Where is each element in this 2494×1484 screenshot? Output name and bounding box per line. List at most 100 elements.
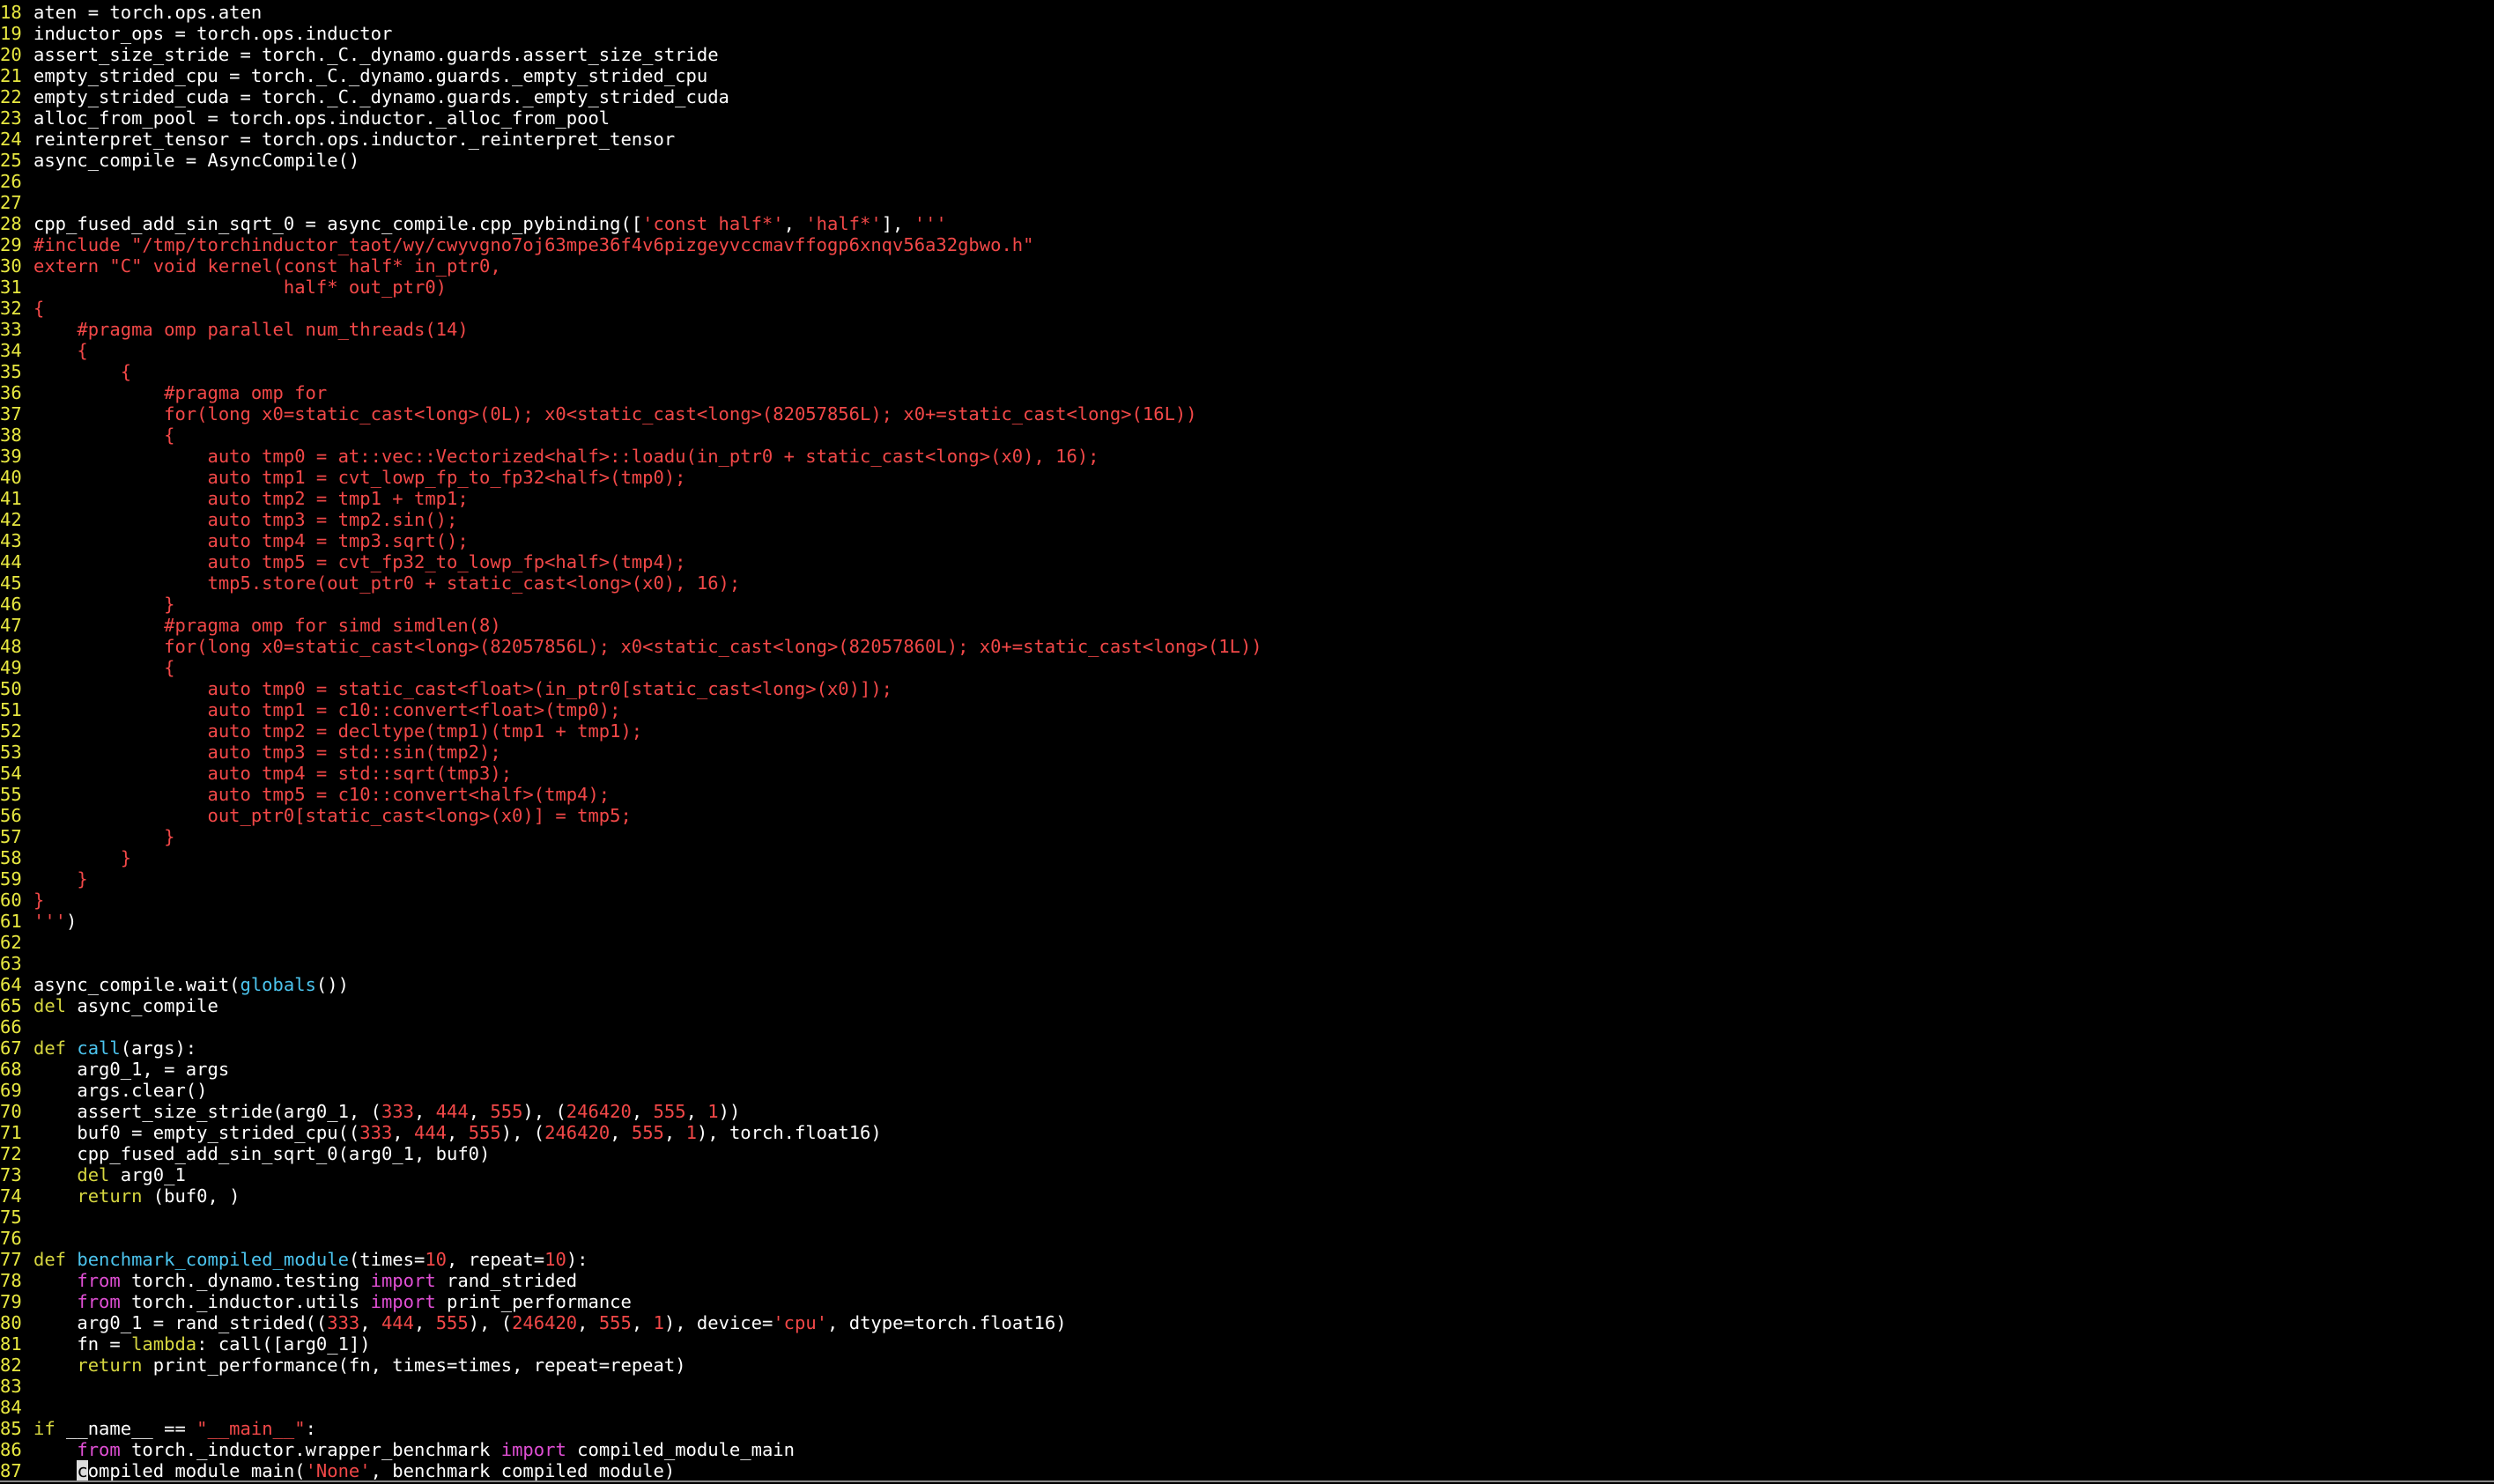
code-line[interactable]: 80 arg0_1 = rand_strided((333, 444, 555)… xyxy=(0,1312,2494,1333)
line-content[interactable]: } xyxy=(33,594,174,615)
line-content[interactable]: } xyxy=(33,890,44,911)
line-content[interactable]: from torch._inductor.wrapper_benchmark i… xyxy=(33,1439,795,1460)
code-line[interactable]: 74 return (buf0, ) xyxy=(0,1185,2494,1207)
line-content[interactable]: } xyxy=(33,847,131,868)
line-content[interactable]: #pragma omp for xyxy=(33,382,327,403)
line-content[interactable]: auto tmp4 = std::sqrt(tmp3); xyxy=(33,763,512,784)
line-content[interactable]: ''') xyxy=(33,911,77,932)
line-content[interactable]: return print_performance(fn, times=times… xyxy=(33,1355,685,1376)
code-line[interactable]: 35 { xyxy=(0,361,2494,382)
line-content[interactable]: auto tmp4 = tmp3.sqrt(); xyxy=(33,530,468,551)
code-line[interactable]: 49 { xyxy=(0,657,2494,678)
code-line[interactable]: 56 out_ptr0[static_cast<long>(x0)] = tmp… xyxy=(0,805,2494,826)
code-line[interactable]: 68 arg0_1, = args xyxy=(0,1059,2494,1080)
code-line[interactable]: 31 half* out_ptr0) xyxy=(0,277,2494,298)
code-line[interactable]: 40 auto tmp1 = cvt_lowp_fp_to_fp32<half>… xyxy=(0,467,2494,488)
code-line[interactable]: 26 xyxy=(0,171,2494,192)
line-content[interactable]: tmp5.store(out_ptr0 + static_cast<long>(… xyxy=(33,572,740,594)
code-line[interactable]: 83 xyxy=(0,1376,2494,1397)
code-line[interactable]: 37 for(long x0=static_cast<long>(0L); x0… xyxy=(0,403,2494,425)
code-line[interactable]: 66 xyxy=(0,1016,2494,1037)
code-line[interactable]: 69 args.clear() xyxy=(0,1080,2494,1101)
code-line[interactable]: 62 xyxy=(0,932,2494,953)
line-content[interactable]: auto tmp5 = cvt_fp32_to_lowp_fp<half>(tm… xyxy=(33,551,685,572)
line-content[interactable]: del async_compile xyxy=(33,995,218,1016)
code-line[interactable]: 19 inductor_ops = torch.ops.inductor xyxy=(0,23,2494,44)
code-line[interactable]: 44 auto tmp5 = cvt_fp32_to_lowp_fp<half>… xyxy=(0,551,2494,572)
code-line[interactable]: 50 auto tmp0 = static_cast<float>(in_ptr… xyxy=(0,678,2494,699)
code-line[interactable]: 46 } xyxy=(0,594,2494,615)
code-line[interactable]: 86 from torch._inductor.wrapper_benchmar… xyxy=(0,1439,2494,1460)
code-line[interactable]: 64 async_compile.wait(globals()) xyxy=(0,974,2494,995)
line-content[interactable]: out_ptr0[static_cast<long>(x0)] = tmp5; xyxy=(33,805,631,826)
code-line[interactable]: 57 } xyxy=(0,826,2494,847)
line-content[interactable]: fn = lambda: call([arg0_1]) xyxy=(33,1333,370,1355)
line-content[interactable]: for(long x0=static_cast<long>(0L); x0<st… xyxy=(33,403,1197,425)
line-content[interactable]: aten = torch.ops.aten xyxy=(33,2,262,23)
code-line[interactable]: 47 #pragma omp for simd simdlen(8) xyxy=(0,615,2494,636)
code-line[interactable]: 45 tmp5.store(out_ptr0 + static_cast<lon… xyxy=(0,572,2494,594)
line-content[interactable]: buf0 = empty_strided_cpu((333, 444, 555)… xyxy=(33,1122,881,1143)
line-content[interactable]: def benchmark_compiled_module(times=10, … xyxy=(33,1249,588,1270)
line-content[interactable]: reinterpret_tensor = torch.ops.inductor.… xyxy=(33,129,675,150)
code-line[interactable]: 27 xyxy=(0,192,2494,213)
line-content[interactable]: } xyxy=(33,826,174,847)
code-line[interactable]: 72 cpp_fused_add_sin_sqrt_0(arg0_1, buf0… xyxy=(0,1143,2494,1164)
line-content[interactable]: args.clear() xyxy=(33,1080,207,1101)
code-line[interactable]: 82 return print_performance(fn, times=ti… xyxy=(0,1355,2494,1376)
line-content[interactable]: { xyxy=(33,298,44,319)
line-content[interactable]: return (buf0, ) xyxy=(33,1185,240,1207)
line-content[interactable]: auto tmp1 = cvt_lowp_fp_to_fp32<half>(tm… xyxy=(33,467,685,488)
code-line[interactable]: 75 xyxy=(0,1207,2494,1228)
code-line[interactable]: 43 auto tmp4 = tmp3.sqrt(); xyxy=(0,530,2494,551)
code-line[interactable]: 78 from torch._dynamo.testing import ran… xyxy=(0,1270,2494,1291)
line-content[interactable]: async_compile = AsyncCompile() xyxy=(33,150,359,171)
line-content[interactable]: from torch._dynamo.testing import rand_s… xyxy=(33,1270,577,1291)
code-line[interactable]: 30 extern "C" void kernel(const half* in_… xyxy=(0,255,2494,277)
line-content[interactable]: cpp_fused_add_sin_sqrt_0(arg0_1, buf0) xyxy=(33,1143,490,1164)
code-line[interactable]: 54 auto tmp4 = std::sqrt(tmp3); xyxy=(0,763,2494,784)
code-line[interactable]: 53 auto tmp3 = std::sin(tmp2); xyxy=(0,742,2494,763)
line-content[interactable]: auto tmp1 = c10::convert<float>(tmp0); xyxy=(33,699,620,720)
code-line[interactable]: 51 auto tmp1 = c10::convert<float>(tmp0)… xyxy=(0,699,2494,720)
code-line[interactable]: 29 #include "/tmp/torchinductor_taot/wy/c… xyxy=(0,234,2494,255)
line-content[interactable]: auto tmp0 = static_cast<float>(in_ptr0[s… xyxy=(33,678,892,699)
code-line[interactable]: 87 compiled_module_main('None', benchmar… xyxy=(0,1460,2494,1481)
code-line[interactable]: 24 reinterpret_tensor = torch.ops.inducto… xyxy=(0,129,2494,150)
code-line[interactable]: 71 buf0 = empty_strided_cpu((333, 444, 5… xyxy=(0,1122,2494,1143)
code-line[interactable]: 22 empty_strided_cuda = torch._C._dynamo.… xyxy=(0,86,2494,107)
line-content[interactable]: { xyxy=(33,657,174,678)
code-line[interactable]: 48 for(long x0=static_cast<long>(8205785… xyxy=(0,636,2494,657)
line-content[interactable]: for(long x0=static_cast<long>(82057856L)… xyxy=(33,636,1262,657)
code-line[interactable]: 21 empty_strided_cpu = torch._C._dynamo.g… xyxy=(0,65,2494,86)
code-line[interactable]: 59 } xyxy=(0,868,2494,890)
line-content[interactable]: #include "/tmp/torchinductor_taot/wy/cwy… xyxy=(33,234,1033,255)
code-line[interactable]: 84 xyxy=(0,1397,2494,1418)
line-content[interactable]: auto tmp5 = c10::convert<half>(tmp4); xyxy=(33,784,610,805)
code-line[interactable]: 23 alloc_from_pool = torch.ops.inductor._… xyxy=(0,107,2494,129)
line-content[interactable]: extern "C" void kernel(const half* in_pt… xyxy=(33,255,501,277)
line-content[interactable]: { xyxy=(33,425,174,446)
code-line[interactable]: 42 auto tmp3 = tmp2.sin(); xyxy=(0,509,2494,530)
code-line[interactable]: 79 from torch._inductor.utils import pri… xyxy=(0,1291,2494,1312)
code-line[interactable]: 34 { xyxy=(0,340,2494,361)
line-content[interactable]: compiled_module_main('None', benchmark_c… xyxy=(33,1460,675,1481)
line-content[interactable]: def call(args): xyxy=(33,1037,196,1059)
line-content[interactable]: #pragma omp parallel num_threads(14) xyxy=(33,319,468,340)
line-content[interactable]: auto tmp3 = tmp2.sin(); xyxy=(33,509,457,530)
code-line[interactable]: 36 #pragma omp for xyxy=(0,382,2494,403)
code-line[interactable]: 55 auto tmp5 = c10::convert<half>(tmp4); xyxy=(0,784,2494,805)
code-line[interactable]: 77 def benchmark_compiled_module(times=10… xyxy=(0,1249,2494,1270)
line-content[interactable]: half* out_ptr0) xyxy=(33,277,447,298)
line-content[interactable]: assert_size_stride = torch._C._dynamo.gu… xyxy=(33,44,719,65)
code-line[interactable]: 67 def call(args): xyxy=(0,1037,2494,1059)
code-line[interactable]: 63 xyxy=(0,953,2494,974)
code-line[interactable]: 70 assert_size_stride(arg0_1, (333, 444,… xyxy=(0,1101,2494,1122)
line-content[interactable]: } xyxy=(33,868,87,890)
line-content[interactable]: { xyxy=(33,361,131,382)
line-content[interactable]: from torch._inductor.utils import print_… xyxy=(33,1291,631,1312)
line-content[interactable]: if __name__ == "__main__": xyxy=(33,1418,316,1439)
code-line[interactable]: 81 fn = lambda: call([arg0_1]) xyxy=(0,1333,2494,1355)
line-content[interactable]: auto tmp0 = at::vec::Vectorized<half>::l… xyxy=(33,446,1099,467)
code-line[interactable]: 32 { xyxy=(0,298,2494,319)
